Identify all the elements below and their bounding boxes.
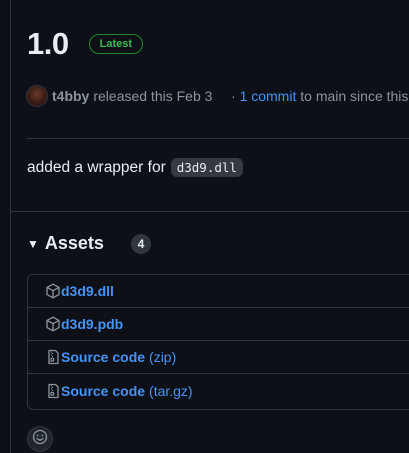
section-divider [10,211,409,212]
avatar[interactable] [26,85,48,107]
assets-title: Assets [44,233,104,253]
assets-list: d3d9.dll d3d9.pdb Source code (zip) Sour… [27,274,409,410]
release-card-border [10,0,11,453]
asset-item[interactable]: d3d9.dll [28,275,409,308]
asset-item[interactable]: Source code (zip) [28,341,409,374]
asset-link[interactable]: Source code [61,349,145,365]
package-icon [45,316,61,332]
asset-link[interactable]: d3d9.dll [61,283,114,299]
asset-item[interactable]: Source code (tar.gz) [28,374,409,407]
latest-badge: Latest [88,34,144,54]
commits-link[interactable]: 1 commit [240,88,297,104]
released-date-text: released this Feb 3 [93,88,213,104]
asset-item[interactable]: d3d9.pdb [28,308,409,341]
file-zip-icon [45,349,61,365]
release-page: 1.0 Latest t4bby released this Feb 3 · 1… [0,0,409,453]
package-icon [45,283,61,299]
assets-toggle[interactable]: ▼ Assets 4 [27,233,151,254]
release-meta: t4bby released this Feb 3 [26,85,212,107]
author-link[interactable]: t4bby [52,88,89,104]
asset-link[interactable]: d3d9.pdb [61,316,123,332]
description-text: added a wrapper for [27,158,166,176]
smiley-icon [32,429,48,450]
asset-format[interactable]: (tar.gz) [149,383,193,399]
assets-count-badge: 4 [130,233,151,254]
commits-prefix: · [231,88,240,104]
triangle-down-icon: ▼ [27,236,39,251]
header-divider [27,138,409,139]
inline-code: d3d9.dll [170,158,243,177]
asset-link[interactable]: Source code [61,383,145,399]
release-header: 1.0 Latest [27,26,144,62]
release-title[interactable]: 1.0 [27,26,69,62]
commits-since-text: · 1 commit to main since this [231,88,408,104]
file-zip-icon [45,383,61,399]
add-reaction-button[interactable] [27,426,53,452]
commits-suffix: to main since this [296,88,409,104]
release-description: added a wrapper for d3d9.dll [27,158,243,177]
asset-format[interactable]: (zip) [149,349,176,365]
